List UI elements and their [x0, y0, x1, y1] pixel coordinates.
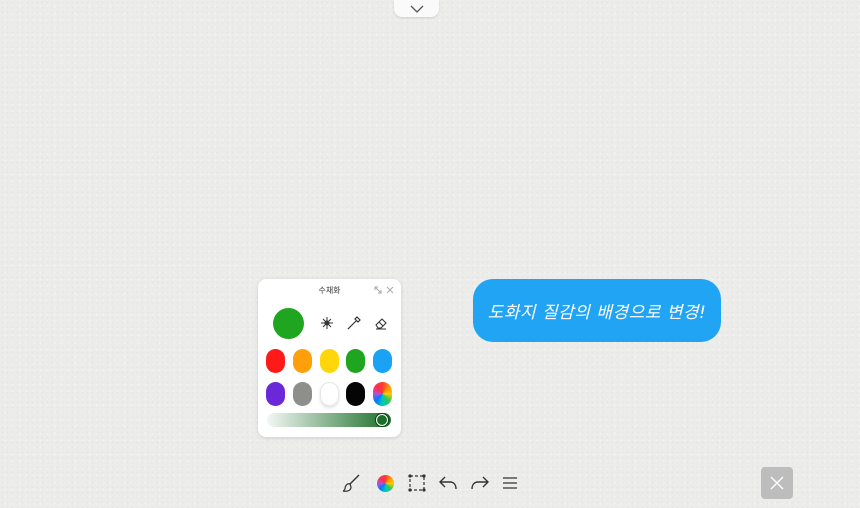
shrink-icon[interactable]	[373, 285, 383, 295]
swatch-yellow[interactable]	[320, 349, 339, 373]
swatch-gray[interactable]	[293, 382, 312, 406]
swatch-white[interactable]	[320, 382, 339, 406]
sparkle-brush-icon[interactable]	[319, 315, 335, 331]
current-color[interactable]	[273, 308, 304, 339]
redo-icon	[471, 476, 489, 490]
collapse-toolbar-tab[interactable]	[394, 0, 439, 17]
opacity-slider[interactable]	[267, 413, 391, 427]
swatch-orange[interactable]	[293, 349, 312, 373]
swatch-blue[interactable]	[373, 349, 392, 373]
close-icon[interactable]	[385, 285, 395, 295]
undo-icon	[439, 476, 457, 490]
undo-button[interactable]	[437, 472, 459, 494]
select-icon	[408, 474, 426, 492]
message-bubble: 도화지 질감의 배경으로 변경!	[473, 279, 721, 342]
watercolor-panel: 수채화	[258, 279, 401, 437]
redo-button[interactable]	[469, 472, 491, 494]
color-wheel-icon	[376, 474, 394, 492]
close-icon	[770, 476, 784, 490]
swatch-purple[interactable]	[266, 382, 285, 406]
swatch-green[interactable]	[346, 349, 365, 373]
opacity-slider-knob[interactable]	[376, 414, 388, 426]
brush-icon	[342, 474, 360, 492]
eraser-icon[interactable]	[373, 315, 389, 331]
close-button[interactable]	[761, 467, 793, 499]
swatch-multicolor[interactable]	[373, 382, 392, 406]
chevron-down-icon	[410, 5, 423, 13]
color-button[interactable]	[374, 472, 396, 494]
brush-button[interactable]	[341, 472, 363, 494]
select-button[interactable]	[406, 472, 428, 494]
swatch-black[interactable]	[346, 382, 365, 406]
menu-icon	[503, 477, 517, 489]
message-text: 도화지 질감의 배경으로 변경!	[487, 303, 707, 323]
menu-button[interactable]	[499, 472, 521, 494]
dropper-icon[interactable]	[346, 315, 362, 331]
swatch-red[interactable]	[266, 349, 285, 373]
